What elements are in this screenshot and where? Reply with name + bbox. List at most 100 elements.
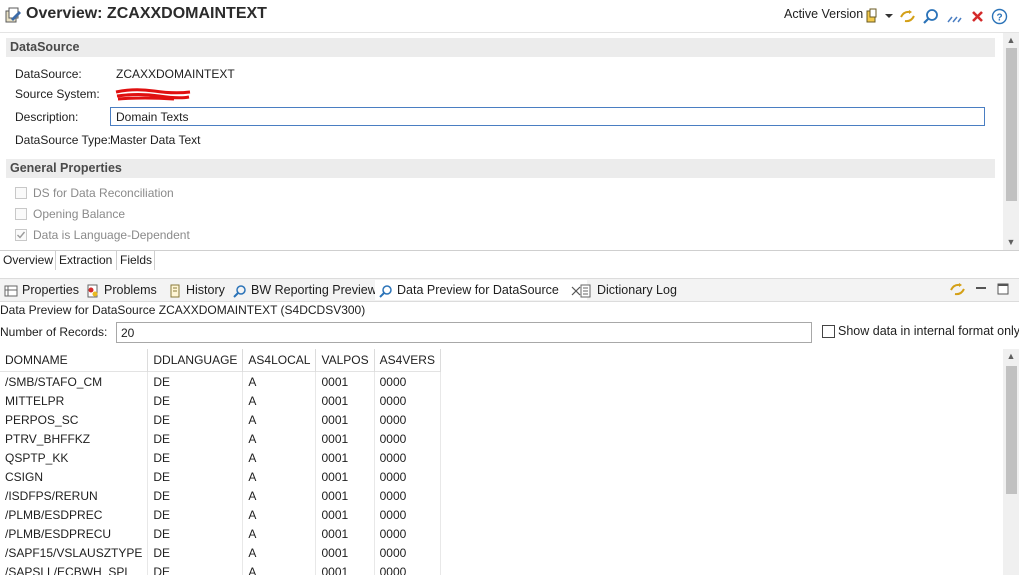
- editor-scrollbar-thumb[interactable]: [1006, 48, 1017, 201]
- table-row[interactable]: /ISDFPS/RERUN DE A 0001 0000: [0, 486, 441, 505]
- table-row[interactable]: MITTELPR DE A 0001 0000: [0, 391, 441, 410]
- cell-as4local: A: [242, 486, 317, 505]
- column-header-as4local[interactable]: AS4LOCAL: [242, 349, 317, 372]
- cell-ddlanguage: DE: [147, 448, 244, 467]
- cell-as4local: A: [242, 524, 317, 543]
- cell-valpos: 0001: [315, 391, 375, 410]
- cell-domname: /SAPSLL/ECBWH_SPL: [0, 562, 149, 575]
- cell-domname: /PLMB/ESDPRECU: [0, 524, 149, 543]
- cell-valpos: 0001: [315, 486, 375, 505]
- tab-properties[interactable]: Properties: [4, 280, 79, 300]
- records-label: Number of Records:: [0, 325, 108, 339]
- table-row[interactable]: /PLMB/ESDPREC DE A 0001 0000: [0, 505, 441, 524]
- preview-search-icon: [233, 284, 246, 298]
- minimize-icon[interactable]: [975, 284, 987, 294]
- version-menu-icon[interactable]: [864, 8, 881, 25]
- tab-dictionary-log[interactable]: Dictionary Log: [579, 280, 677, 300]
- table-scrollbar-thumb[interactable]: [1006, 366, 1017, 494]
- properties-icon: [4, 285, 18, 297]
- description-field[interactable]: [110, 107, 985, 126]
- scroll-up-icon[interactable]: ▲: [1003, 35, 1019, 45]
- cell-ddlanguage: DE: [147, 562, 244, 575]
- cell-as4vers: 0000: [374, 371, 441, 391]
- cell-as4local: A: [242, 371, 317, 391]
- description-label: Description:: [15, 110, 79, 124]
- cell-domname: PTRV_BHFFKZ: [0, 429, 149, 448]
- column-header-ddlanguage[interactable]: DDLANGUAGE: [147, 349, 244, 372]
- tab-extraction[interactable]: Extraction: [56, 251, 117, 270]
- maximize-icon[interactable]: [997, 283, 1009, 295]
- opening-balance-label: Opening Balance: [33, 207, 126, 221]
- column-header-as4vers[interactable]: AS4VERS: [374, 349, 441, 372]
- internal-format-checkbox[interactable]: [822, 325, 835, 338]
- cell-as4vers: 0000: [374, 448, 441, 467]
- cell-valpos: 0001: [315, 371, 375, 391]
- records-field[interactable]: [116, 322, 812, 343]
- close-red-icon[interactable]: [969, 8, 986, 25]
- find-icon[interactable]: [922, 8, 939, 25]
- history-icon: [170, 284, 180, 298]
- tab-overview[interactable]: Overview: [0, 251, 56, 270]
- chevron-down-icon[interactable]: [884, 12, 894, 20]
- language-dependent-checkbox[interactable]: [15, 229, 27, 241]
- datasource-value: ZCAXXDOMAINTEXT: [116, 67, 235, 81]
- datasource-label: DataSource:: [15, 67, 82, 81]
- column-header-domname[interactable]: DOMNAME: [0, 349, 149, 372]
- tab-history[interactable]: History: [168, 280, 225, 300]
- cell-ddlanguage: DE: [147, 391, 244, 410]
- table-row[interactable]: /SAPF15/VSLAUSZTYPE DE A 0001 0000: [0, 543, 441, 562]
- cell-as4vers: 0000: [374, 562, 441, 575]
- problems-icon: [87, 284, 98, 298]
- table-scroll-up-icon[interactable]: ▲: [1003, 351, 1019, 361]
- cell-valpos: 0001: [315, 524, 375, 543]
- table-row[interactable]: PERPOS_SC DE A 0001 0000: [0, 410, 441, 429]
- cell-ddlanguage: DE: [147, 486, 244, 505]
- cell-ddlanguage: DE: [147, 543, 244, 562]
- general-properties-header[interactable]: General Properties: [6, 159, 995, 178]
- table-body: /SMB/STAFO_CM DE A 0001 0000 MITTELPR DE A 0001 0…: [0, 371, 441, 575]
- more-icon[interactable]: [946, 8, 963, 25]
- cell-as4vers: 0000: [374, 524, 441, 543]
- cell-domname: MITTELPR: [0, 391, 149, 410]
- cell-as4vers: 0000: [374, 429, 441, 448]
- table-row[interactable]: /PLMB/ESDPRECU DE A 0001 0000: [0, 524, 441, 543]
- activate-icon[interactable]: [899, 8, 916, 25]
- refresh-icon[interactable]: [949, 281, 966, 298]
- table-row[interactable]: PTRV_BHFFKZ DE A 0001 0000: [0, 429, 441, 448]
- data-table-container: DOMNAME DDLANGUAGE AS4LOCAL VALPOS AS4VE…: [0, 349, 1003, 575]
- table-header-row: DOMNAME DDLANGUAGE AS4LOCAL VALPOS AS4VE…: [0, 349, 441, 372]
- column-header-valpos[interactable]: VALPOS: [315, 349, 375, 372]
- ds-data-reconciliation-checkbox[interactable]: [15, 187, 27, 199]
- cell-valpos: 0001: [315, 448, 375, 467]
- tab-fields[interactable]: Fields: [117, 251, 155, 270]
- table-row[interactable]: QSPTP_KK DE A 0001 0000: [0, 448, 441, 467]
- help-icon[interactable]: ?: [991, 8, 1008, 25]
- scroll-down-icon[interactable]: ▼: [1003, 237, 1019, 247]
- cell-valpos: 0001: [315, 543, 375, 562]
- cell-as4local: A: [242, 467, 317, 486]
- cell-ddlanguage: DE: [147, 371, 244, 391]
- table-row[interactable]: /SAPSLL/ECBWH_SPL DE A 0001 0000: [0, 562, 441, 575]
- cell-as4local: A: [242, 505, 317, 524]
- cell-domname: QSPTP_KK: [0, 448, 149, 467]
- cell-as4local: A: [242, 448, 317, 467]
- tab-data-preview[interactable]: Data Preview for DataSource: [375, 280, 588, 300]
- language-dependent-label: Data is Language-Dependent: [33, 228, 190, 242]
- opening-balance-checkbox[interactable]: [15, 208, 27, 220]
- cell-valpos: 0001: [315, 562, 375, 575]
- cell-ddlanguage: DE: [147, 505, 244, 524]
- cell-as4local: A: [242, 543, 317, 562]
- ds-data-reconciliation-label: DS for Data Reconciliation: [33, 186, 174, 200]
- tab-problems[interactable]: Problems: [86, 280, 157, 300]
- cell-as4vers: 0000: [374, 467, 441, 486]
- tab-bw-reporting-preview[interactable]: BW Reporting Preview: [233, 280, 377, 300]
- datasource-section-header[interactable]: DataSource: [6, 38, 995, 57]
- table-row[interactable]: CSIGN DE A 0001 0000: [0, 467, 441, 486]
- cell-domname: /SAPF15/VSLAUSZTYPE: [0, 543, 149, 562]
- cell-as4local: A: [242, 391, 317, 410]
- data-preview-icon: [379, 284, 392, 298]
- cell-as4vers: 0000: [374, 410, 441, 429]
- table-row[interactable]: /SMB/STAFO_CM DE A 0001 0000: [0, 371, 441, 391]
- cell-ddlanguage: DE: [147, 429, 244, 448]
- dictionary-log-icon: [580, 284, 591, 298]
